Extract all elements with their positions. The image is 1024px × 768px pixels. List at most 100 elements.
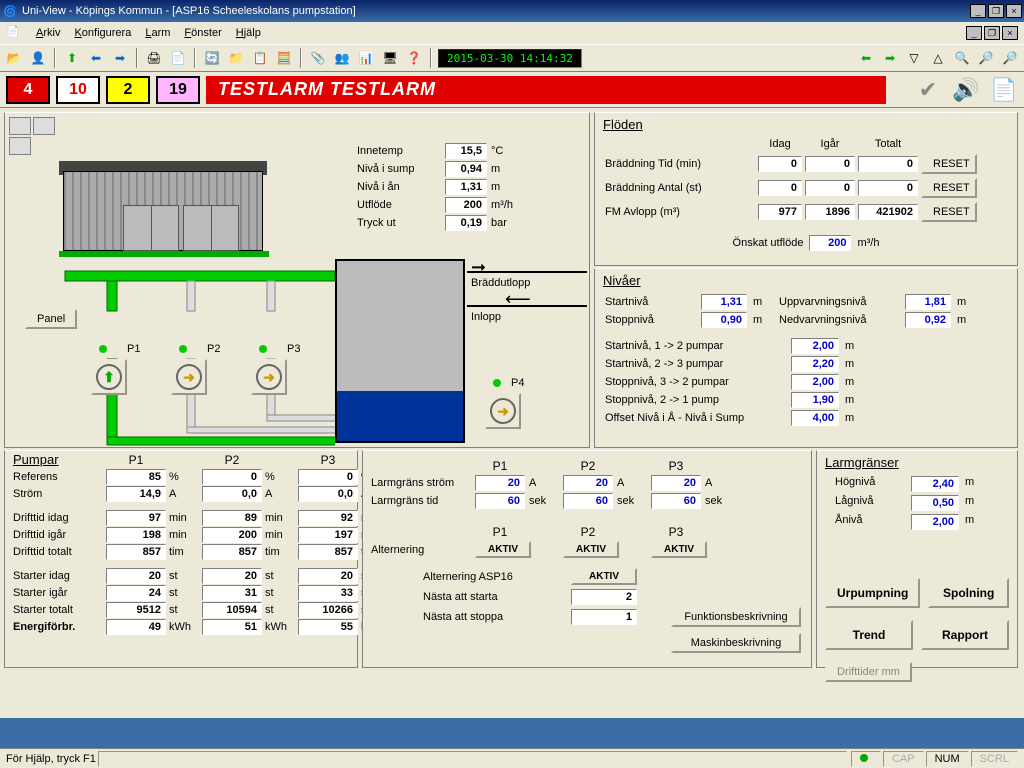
new-page-icon[interactable]: 📄 [990,76,1018,104]
pump-p2-status-led [179,345,187,353]
st32-value[interactable]: 2,00 [791,374,839,390]
mute-icon[interactable]: 🔊 [952,76,980,104]
minimize-button[interactable]: _ [970,4,986,18]
pump-p2-label: P2 [207,343,220,355]
menu-fonster[interactable]: Fönster [178,25,227,41]
menu-hjalp[interactable]: Hjälp [230,25,267,41]
bradd-ant-reset-button[interactable]: RESET [921,178,977,198]
tool-folder-icon[interactable]: 📁 [226,48,246,68]
tool-calc-icon[interactable]: 🧮 [274,48,294,68]
tool-zoomout-icon[interactable]: 🔎 [1000,48,1020,68]
tool-find-icon[interactable]: 🔍 [952,48,972,68]
nav-fwd-icon[interactable]: ➡ [880,48,900,68]
nivaer-title: Nivåer [595,269,1017,292]
bradd-tid-idag: 0 [758,156,802,172]
stopp-value[interactable]: 0,90 [701,312,747,328]
tryck-unit: bar [491,217,527,229]
onskat-value[interactable]: 200 [809,235,851,251]
nav-thumb-3[interactable] [9,137,31,155]
maskinbeskrivning-button[interactable]: Maskinbeskrivning [671,633,801,653]
nav-thumb-2[interactable] [33,117,55,135]
bradd-tid-reset-button[interactable]: RESET [921,154,977,174]
nav-thumb-1[interactable] [9,117,31,135]
alarm-count-low[interactable]: 19 [156,76,200,104]
nav-thumbnails [9,117,55,155]
utflode-unit: m³/h [491,199,527,211]
onskat-label: Önskat utflöde [733,237,804,249]
nasta-start-value: 2 [571,589,637,605]
alarm-count-high[interactable]: 10 [56,76,100,104]
tool-screen-icon[interactable]: 🖥 [380,48,400,68]
nav-down-icon[interactable]: ▽ [904,48,924,68]
menu-arkiv[interactable]: Arkiv [30,25,66,41]
innetemp-label: Innetemp [357,145,437,157]
tool-user-icon[interactable]: 👤 [28,48,48,68]
tool-clip-icon[interactable]: 📎 [308,48,328,68]
tool-refresh-icon[interactable]: 🔄 [202,48,222,68]
tool-print-icon[interactable]: 🖨 [144,48,164,68]
tool-doc-icon[interactable]: 📄 [168,48,188,68]
window-titlebar: 🌀 Uni-View - Köpings Kommun - [ASP16 Sch… [0,0,1024,22]
child-restore-button[interactable]: ❐ [984,26,1000,40]
fm-idag: 977 [758,204,802,220]
close-button[interactable]: × [1006,4,1022,18]
spolning-button[interactable]: Spolning [928,578,1009,608]
upp-value[interactable]: 1,81 [905,294,951,310]
braddutlopp-label: Bräddutlopp [471,277,530,289]
off-value[interactable]: 4,00 [791,410,839,426]
tool-left-icon[interactable]: ⬅ [86,48,106,68]
bradd-tid-igar: 0 [805,156,855,172]
status-bar: För Hjälp, tryck F1 CAP NUM SCRL [0,748,1024,768]
nav-back-icon[interactable]: ⬅ [856,48,876,68]
menu-larm[interactable]: Larm [139,25,176,41]
tool-chart-icon[interactable]: 📊 [356,48,376,68]
urpumpning-button[interactable]: Urpumpning [825,578,920,608]
menu-konfigurera[interactable]: Konfigurera [68,25,137,41]
s12-value[interactable]: 2,00 [791,338,839,354]
rapport-button[interactable]: Rapport [921,620,1009,650]
col-totalt: Totalt [858,138,918,150]
aniva-value[interactable]: 2,00 [911,514,959,530]
lagniva-value[interactable]: 0,50 [911,495,959,511]
doc-icon: 📄 [6,25,22,41]
ned-value[interactable]: 0,92 [905,312,951,328]
alt-p1-button[interactable]: AKTIV [475,541,531,558]
tool-zoomin-icon[interactable]: 🔎 [976,48,996,68]
maximize-button[interactable]: ❐ [988,4,1004,18]
child-minimize-button[interactable]: _ [966,26,982,40]
acknowledge-icon[interactable]: ✔ [914,76,942,104]
bradd-ant-igar: 0 [805,180,855,196]
pump-p3[interactable]: ➜ [251,359,287,395]
tool-users-icon[interactable]: 👥 [332,48,352,68]
alt-p2-button[interactable]: AKTIV [563,541,619,558]
alt-asp16-button[interactable]: AKTIV [571,568,637,585]
pump-p1[interactable]: ⬆ [91,359,127,395]
pump-p4[interactable]: ➜ [485,393,521,429]
alt-p3-button[interactable]: AKTIV [651,541,707,558]
col-idag: Idag [758,138,802,150]
tool-right-icon[interactable]: ➡ [110,48,130,68]
niva-an-value: 1,31 [445,179,487,195]
innetemp-unit: °C [491,145,527,157]
st21-value[interactable]: 1,90 [791,392,839,408]
status-cap: CAP [883,751,924,767]
trend-button[interactable]: Trend [825,620,913,650]
start-value[interactable]: 1,31 [701,294,747,310]
pump-p2[interactable]: ➜ [171,359,207,395]
tool-up-icon[interactable]: ⬆ [62,48,82,68]
bradd-tid-label: Bräddning Tid (min) [605,158,755,170]
hogniva-value[interactable]: 2,40 [911,476,959,492]
nav-up-icon[interactable]: △ [928,48,948,68]
child-close-button[interactable]: × [1002,26,1018,40]
drifttider-button[interactable]: Drifttider mm [825,662,912,682]
funktionsbeskrivning-button[interactable]: Funktionsbeskrivning [671,607,801,627]
tool-help-icon[interactable]: ❓ [404,48,424,68]
s23-value[interactable]: 2,20 [791,356,839,372]
fm-reset-button[interactable]: RESET [921,202,977,222]
tool-sheet-icon[interactable]: 📋 [250,48,270,68]
st21-label: Stoppnivå, 2 -> 1 pump [605,394,785,406]
alarm-count-medium[interactable]: 2 [106,76,150,104]
bradd-ant-idag: 0 [758,180,802,196]
tool-open-icon[interactable]: 📂 [4,48,24,68]
alarm-count-critical[interactable]: 4 [6,76,50,104]
